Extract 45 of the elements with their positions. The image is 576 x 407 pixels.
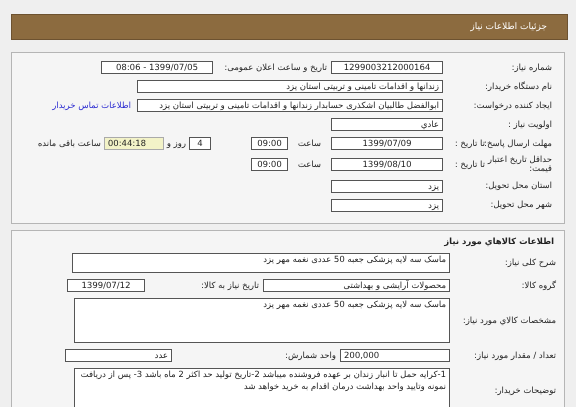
field-label: مشخصات کالاي مورد نیاز: [462, 316, 557, 326]
field-label: تاریخ و ساعت اعلان عمومی: [223, 62, 328, 72]
priority-field: عادي [331, 118, 443, 131]
deadline-time-field: 09:00 [251, 137, 288, 150]
field-label: شهر محل تحویل: [489, 200, 553, 210]
field-label: استان محل تحویل: [484, 181, 553, 192]
summary-field: ماسک سه لایه پزشکی جعبه 50 عددی نغمه مهر یزد [72, 253, 450, 273]
field-label: اولویت نیاز : [506, 120, 553, 130]
field-label: گروه کالا: [520, 280, 557, 290]
field-label: حداقل تاریخ اعتبار قیمت: [486, 156, 553, 174]
days-field: 4 [189, 137, 211, 150]
field-label: شرح کلی نیاز: [504, 258, 557, 268]
field-label: تعداد / مقدار مورد نیاز: [473, 350, 557, 360]
field-label: ساعت [296, 160, 322, 170]
field-label: ساعت [296, 138, 322, 148]
validity-time-field: 09:00 [251, 158, 288, 172]
field-label: ایجاد کننده درخواست: [472, 100, 553, 110]
unit-field: عدد [65, 349, 172, 362]
remaining-time-field: 00:44:18 [104, 137, 164, 150]
province-field: یزد [331, 180, 443, 193]
buyer-field: زندانها و اقدامات تامینی و تربیتی استان یزد [137, 80, 443, 93]
section-title: اطلاعات کالاهاي مورد نیاز [442, 237, 555, 247]
field-label: تاریخ نیاز به کالا: [200, 280, 260, 290]
field-label: تا تاریخ : [454, 160, 485, 170]
need-date-field: 1399/07/12 [67, 279, 145, 292]
announce-date-field: 1399/07/05 - 08:06 [101, 61, 213, 74]
field-label: واحد شمارش: [284, 350, 337, 360]
deadline-date-field: 1399/07/09 [331, 137, 443, 150]
city-field: یزد [331, 198, 443, 212]
field-label: نام دستگاه خریدار: [484, 82, 553, 92]
field-label: تا تاریخ : [454, 138, 485, 148]
goods-group-field: محصولات آرایشی و بهداشتی [263, 279, 450, 292]
validity-date-field: 1399/08/10 [331, 158, 443, 172]
notes-field: 1-کرایه حمل تا انبار زندان بر عهده فروشنده میباشد 2-تاریخ تولید حد اکثر 2 ماه باشد 3- پس از دریافت نمونه وتایید واحد بهداشت درمان اقدام به خرید خواهد شد [74, 368, 450, 407]
field-label: مهلت ارسال پاسخ: [485, 138, 553, 148]
need-number-field: 1299003212000164 [331, 61, 443, 74]
field-label: ساعت باقی مانده [36, 138, 102, 148]
field-label: توضیحات خریدار: [494, 386, 557, 396]
field-label: شماره نیاز: [510, 62, 553, 72]
buyer-contact-link[interactable]: اطلاعات تماس خریدار [52, 100, 131, 110]
field-label: روز و [166, 138, 187, 148]
specs-field: ماسک سه لایه پزشکی جعبه 50 عددی نغمه مهر یزد [74, 298, 450, 343]
creator-field: ابوالفضل طالبیان اشکذری حسابدار زندانها و اقدامات تامینی و تربیتی استان یزد [137, 99, 443, 112]
header-title: جزئیات اطلاعات نیاز [470, 22, 547, 32]
quantity-field: 200,000 [340, 349, 450, 362]
